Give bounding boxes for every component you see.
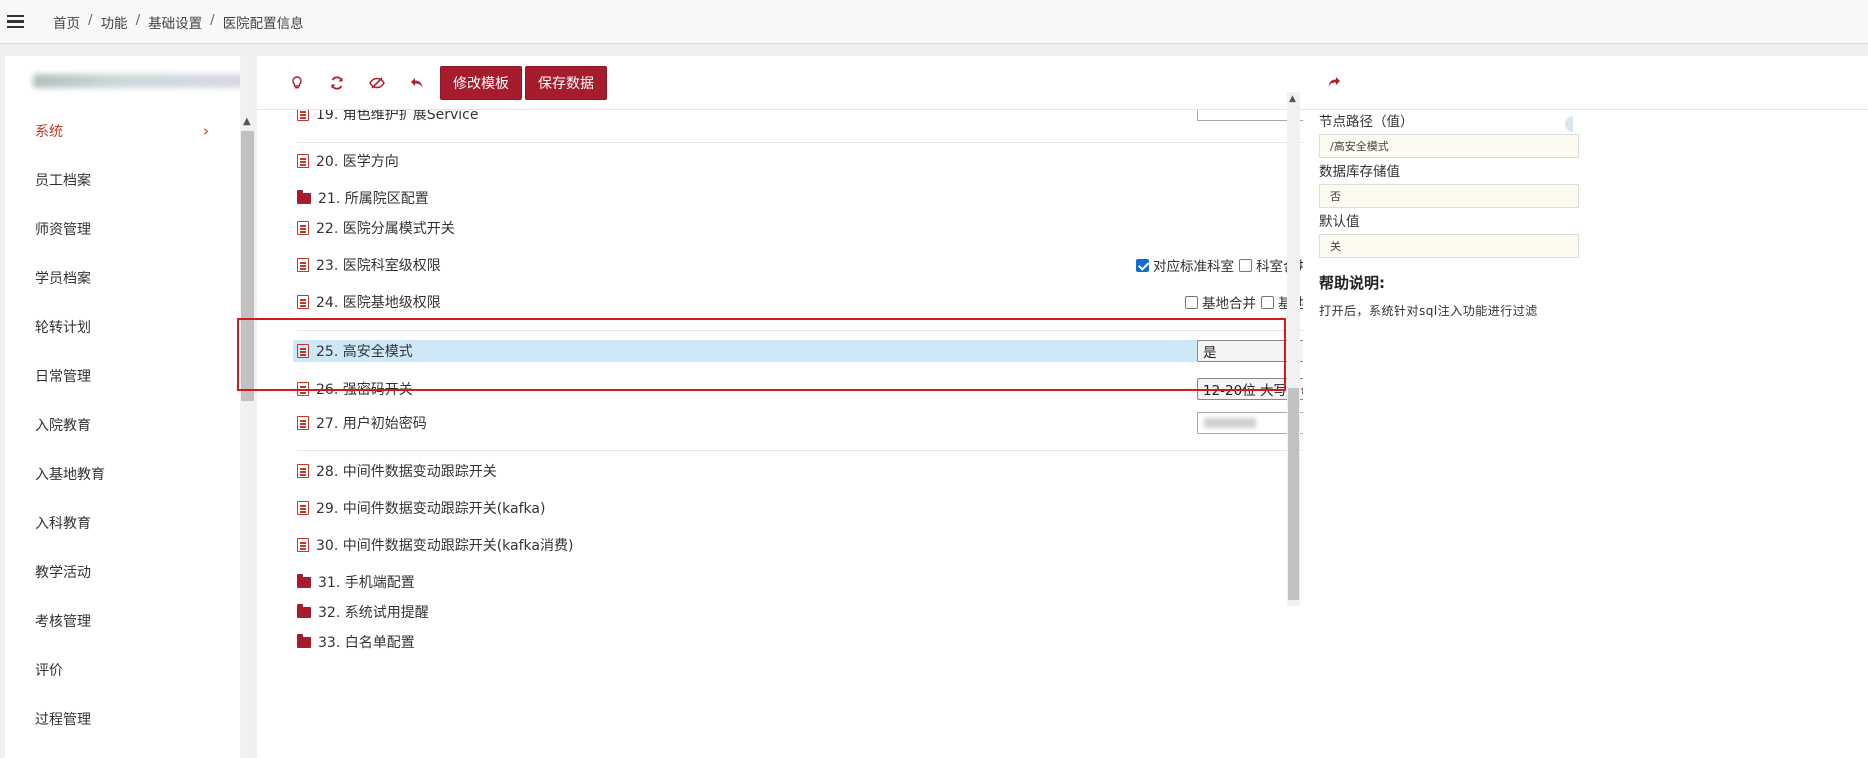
config-label: 22. 医院分属模式开关 [316,221,455,237]
sidebar-item-label: 员工档案 [35,172,91,189]
document-icon [297,501,309,515]
scroll-up-icon[interactable]: ▲ [1289,94,1296,104]
config-label: 20. 医学方向 [316,154,399,170]
folder-icon [297,603,311,618]
select-value: 是 [1203,345,1217,361]
eye-slash-icon[interactable] [357,65,397,101]
config-label: 33. 白名单配置 [318,635,415,651]
sidebar-item-label: 入院教育 [35,417,91,434]
sidebar-item[interactable]: 入院教育 [5,400,255,449]
sidebar-item[interactable]: 学员档案 [5,253,255,302]
folder-icon [297,573,311,588]
db-value-label: 数据库存储值 [1319,164,1400,180]
node-path-input[interactable]: /高安全模式 [1319,134,1579,158]
document-icon [297,538,309,552]
config-label: 19. 角色维护扩展Service [316,110,479,123]
db-value-input[interactable]: 否 [1319,184,1579,208]
chevron-right-icon: › [203,121,209,140]
breadcrumb-item: 医院配置信息 [222,15,304,32]
folder-icon [297,189,311,204]
main-scrollbar[interactable]: ▲ [1287,92,1300,606]
scroll-up-icon[interactable]: ▲ [243,116,251,127]
document-icon [297,221,309,235]
option-label: 对应标准科室 [1153,259,1234,275]
right-toolbar [1303,56,1868,110]
sidebar-item[interactable]: 轮转计划 [5,302,255,351]
sidebar-item-label: 过程管理 [35,711,91,728]
sidebar-item[interactable]: 过程管理 [5,694,255,743]
document-icon [297,416,309,430]
config-label: 26. 强密码开关 [316,382,413,398]
help-title: 帮助说明: [1319,274,1385,292]
undo-icon[interactable] [397,65,437,101]
sidebar-item[interactable]: 系统 › [5,106,255,155]
sidebar-item-label: 入科教育 [35,515,91,532]
save-data-button[interactable]: 保存数据 [525,65,607,100]
sidebar-item-label: 评价 [35,662,63,679]
refresh-icon[interactable] [317,65,357,101]
config-label: 30. 中间件数据变动跟踪开关(kafka消费) [316,538,574,554]
sidebar-item-label: 轮转计划 [35,319,91,336]
document-icon [297,464,309,478]
sidebar-item-label: 系统 [35,123,63,140]
modify-template-button[interactable]: 修改模板 [440,65,522,100]
organization-name [5,56,255,106]
breadcrumb-item[interactable]: 基础设置 [148,12,202,32]
document-icon [297,154,309,168]
config-label: 29. 中间件数据变动跟踪开关(kafka) [316,501,546,517]
sidebar-item[interactable]: 考核管理 [5,596,255,645]
breadcrumb: 首页 / 功能 / 基础设置 / 医院配置信息 [53,11,304,32]
sidebar-item[interactable]: 日常管理 [5,351,255,400]
breadcrumb-item[interactable]: 首页 [53,12,80,32]
checkbox[interactable] [1261,295,1274,309]
share-forward-icon[interactable] [1327,73,1341,92]
config-label: 27. 用户初始密码 [316,416,427,432]
sidebar-item-label: 教学活动 [35,564,91,581]
sidebar-item-label: 入基地教育 [35,466,105,483]
sidebar-item-label: 日常管理 [35,368,91,385]
document-icon [297,110,309,121]
option-label: 科室合并 [1256,259,1310,275]
sidebar-item[interactable]: 员工档案 [5,155,255,204]
sidebar-item[interactable]: 师资管理 [5,204,255,253]
panel-edge-handle[interactable] [1565,116,1573,132]
node-path-label: 节点路径（值） [1319,114,1414,130]
document-icon [297,258,309,272]
config-label: 21. 所属院区配置 [318,191,429,207]
document-icon [297,382,309,396]
checkbox[interactable] [1239,258,1252,272]
config-label: 23. 医院科室级权限 [316,258,441,274]
top-bar: 首页 / 功能 / 基础设置 / 医院配置信息 [0,0,1868,44]
lightbulb-icon[interactable] [277,65,317,101]
checkbox[interactable] [1136,258,1149,272]
config-label: 24. 医院基地级权限 [316,295,441,311]
sidebar-item-label: 学员档案 [35,270,91,287]
option-label: 基地合并 [1202,296,1256,312]
sidebar-item-label: 考核管理 [35,613,91,630]
hamburger-menu-icon[interactable] [0,0,30,44]
folder-icon [297,633,311,648]
document-icon [297,295,309,309]
sidebar-item[interactable]: 教学活动 [5,547,255,596]
breadcrumb-item[interactable]: 功能 [101,12,128,32]
sidebar: 系统 › 员工档案师资管理学员档案轮转计划日常管理入院教育入基地教育入科教育教学活动… [5,56,255,758]
sidebar-item[interactable]: 入基地教育 [5,449,255,498]
checkbox[interactable] [1185,295,1198,309]
default-value-input[interactable]: 关 [1319,234,1579,258]
config-label: 28. 中间件数据变动跟踪开关 [316,464,497,480]
default-value-label: 默认值 [1319,214,1360,230]
right-panel: 节点路径（值） /高安全模式 数据库存储值 否 默认值 关 帮助说明: 打开后，… [1303,56,1868,758]
sidebar-item-label: 师资管理 [35,221,91,238]
config-label: 31. 手机端配置 [318,575,415,591]
sidebar-item[interactable]: 入科教育 [5,498,255,547]
config-label: 32. 系统试用提醒 [318,605,429,621]
sidebar-scrollbar[interactable]: ▲ [240,56,255,758]
help-text: 打开后，系统针对sql注入功能进行过滤 [1319,304,1538,318]
sidebar-item[interactable]: 评价 [5,645,255,694]
